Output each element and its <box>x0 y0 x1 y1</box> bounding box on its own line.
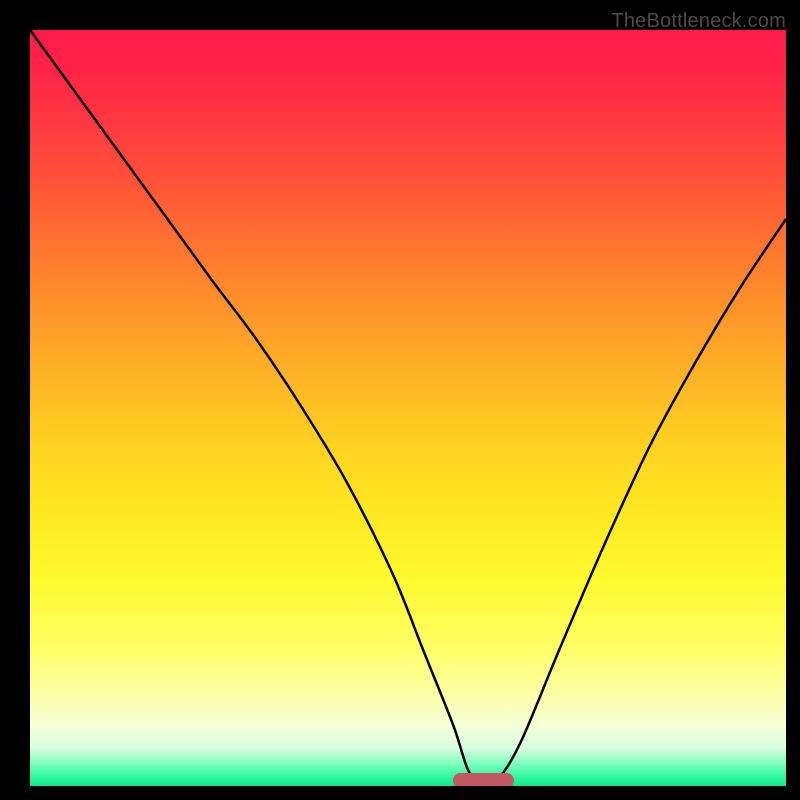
optimal-range-marker <box>453 773 513 786</box>
bottleneck-curve <box>30 30 786 786</box>
watermark-text: TheBottleneck.com <box>611 10 786 33</box>
chart-frame: TheBottleneck.com <box>4 4 796 796</box>
plot-area <box>30 30 786 786</box>
